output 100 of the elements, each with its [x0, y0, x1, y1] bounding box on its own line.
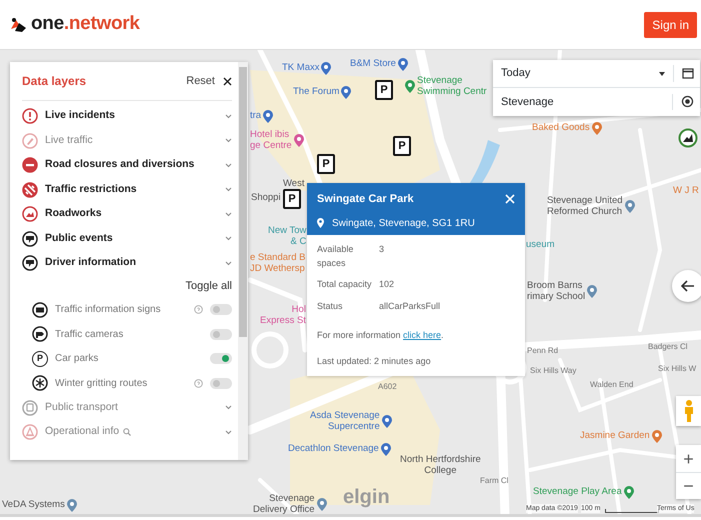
road-label: Farm Cl [480, 476, 508, 486]
layer-label[interactable]: Public events [45, 230, 218, 247]
layer-label: Traffic information signs [55, 303, 162, 318]
place-label[interactable]: Hotel ibis ge Centre [250, 130, 292, 151]
zoom-out-button[interactable]: − [676, 472, 701, 499]
toggle-all-button[interactable]: Toggle all [186, 278, 232, 295]
toggle-switch[interactable] [210, 378, 232, 389]
layer-label[interactable]: Operational info [45, 424, 120, 440]
place-label[interactable]: West [283, 179, 304, 190]
popup-address: Swingate, Stevenage, SG1 1RU [332, 216, 475, 230]
parking-marker[interactable]: P [375, 80, 393, 100]
place-label[interactable]: Stevenage United Reformed Church [547, 196, 623, 217]
road-label: Walden End [590, 380, 634, 390]
layer-label[interactable]: Roadworks [45, 206, 218, 222]
map-pin-icon[interactable] [624, 200, 635, 213]
link[interactable]: click here [403, 330, 442, 340]
layer-label: Traffic cameras [55, 328, 124, 342]
map-pin-icon[interactable] [624, 486, 634, 499]
scrollbar-thumb[interactable] [239, 67, 247, 337]
parking-icon: P [32, 350, 48, 367]
map-pin-icon[interactable] [263, 110, 274, 123]
logo-text[interactable]: one.network [31, 10, 140, 39]
place-label[interactable]: North Hertfordshire College [400, 455, 481, 476]
road-label: A602 [378, 382, 397, 392]
map-pin-icon[interactable] [382, 415, 392, 428]
layer-label: Car parks [55, 352, 100, 366]
sign-in-button[interactable]: Sign in [644, 12, 697, 38]
chevron-icon[interactable] [225, 430, 232, 435]
chevron-icon[interactable] [225, 405, 232, 410]
field-label: Total capacity [317, 278, 373, 291]
parking-marker[interactable]: P [317, 154, 335, 174]
map-pin-icon[interactable] [652, 430, 662, 443]
back-arrow-icon [681, 280, 695, 292]
map-pin-icon[interactable] [321, 62, 332, 75]
map-pin-icon[interactable] [294, 134, 304, 147]
logo-icon [10, 16, 27, 32]
place-label[interactable]: tra [250, 111, 262, 122]
panel-title: Data layers [22, 73, 86, 90]
layer-label[interactable]: Public transport [45, 400, 218, 416]
place-label[interactable]: TK Maxx [282, 63, 320, 74]
help-icon[interactable] [194, 378, 203, 388]
chevron-icon[interactable] [225, 260, 232, 266]
chevron-icon[interactable] [225, 212, 232, 217]
map-pin-icon[interactable] [316, 498, 327, 511]
street-view-button[interactable] [676, 396, 701, 426]
chevron-icon[interactable] [225, 162, 232, 168]
reset-button[interactable]: Reset [186, 72, 215, 90]
map-pin-icon[interactable] [380, 443, 391, 456]
layer-label[interactable]: Live incidents [45, 108, 218, 124]
field-value: 102 [379, 278, 394, 291]
place-label[interactable]: Decathlon Stevenage [288, 444, 379, 455]
map-pin-icon[interactable] [405, 80, 415, 93]
map-pin-icon[interactable] [66, 499, 77, 512]
place-label[interactable]: The Forum [293, 87, 340, 98]
place-label[interactable]: Broom Barns rimary School [527, 281, 586, 302]
popup-title: Swingate Car Park [317, 192, 414, 207]
field-label: Status [317, 300, 344, 312]
parking-marker[interactable]: P [393, 136, 411, 156]
map-pin-icon[interactable] [592, 122, 602, 135]
place-label[interactable]: B&M Store [350, 59, 396, 70]
place-label[interactable]: Shoppi [251, 193, 281, 204]
place-label[interactable]: VeDA Systems [2, 500, 65, 511]
field-value: allCarParksFull [379, 300, 440, 312]
parking-marker[interactable]: P [283, 189, 301, 209]
field-label: Available spaces [317, 243, 354, 270]
chevron-icon[interactable] [225, 236, 232, 242]
layer-label[interactable]: Traffic restrictions [45, 182, 218, 198]
road-label: Six Hills W [658, 364, 696, 374]
toggle-switch[interactable] [210, 328, 232, 340]
field-value: 3 [379, 243, 384, 256]
last-updated-text: Last updated: 2 minutes ago [317, 354, 432, 368]
chevron-icon[interactable] [225, 187, 232, 192]
chevron-icon[interactable] [225, 114, 232, 119]
pegman-icon [684, 400, 694, 422]
toggle-switch[interactable] [210, 353, 232, 364]
layer-label[interactable]: Road closures and diversions [45, 157, 218, 174]
caret-icon [659, 72, 665, 76]
map-pin-icon[interactable] [398, 58, 408, 71]
location-field[interactable]: Stevenage [501, 94, 672, 110]
place-label[interactable]: Stevenage Delivery Office [253, 494, 315, 514]
layer-label[interactable]: Driver information [45, 255, 218, 272]
zoom-in-button[interactable]: + [676, 445, 701, 472]
info-text: For more information click here. [317, 329, 445, 342]
location-pin-icon [317, 218, 324, 228]
layer-label[interactable]: Live traffic [45, 132, 218, 149]
sign-icon [32, 302, 48, 318]
date-select[interactable]: Today [501, 65, 659, 82]
place-label[interactable]: Hol Express St [260, 305, 306, 326]
calendar-icon[interactable] [682, 67, 694, 80]
road-label: Six Hills Way [530, 366, 576, 376]
place-label[interactable]: Asda Stevenage Supercentre [310, 411, 380, 432]
close-icon[interactable] [223, 76, 232, 86]
map-pin-icon[interactable] [341, 86, 352, 99]
map-pin-icon[interactable] [587, 285, 598, 298]
toggle-switch[interactable] [210, 304, 232, 316]
road-label: Badgers Cl [648, 342, 688, 352]
camera-icon [32, 326, 48, 342]
chevron-icon[interactable] [225, 138, 232, 144]
help-icon[interactable] [194, 305, 203, 314]
locate-icon[interactable] [681, 95, 694, 108]
